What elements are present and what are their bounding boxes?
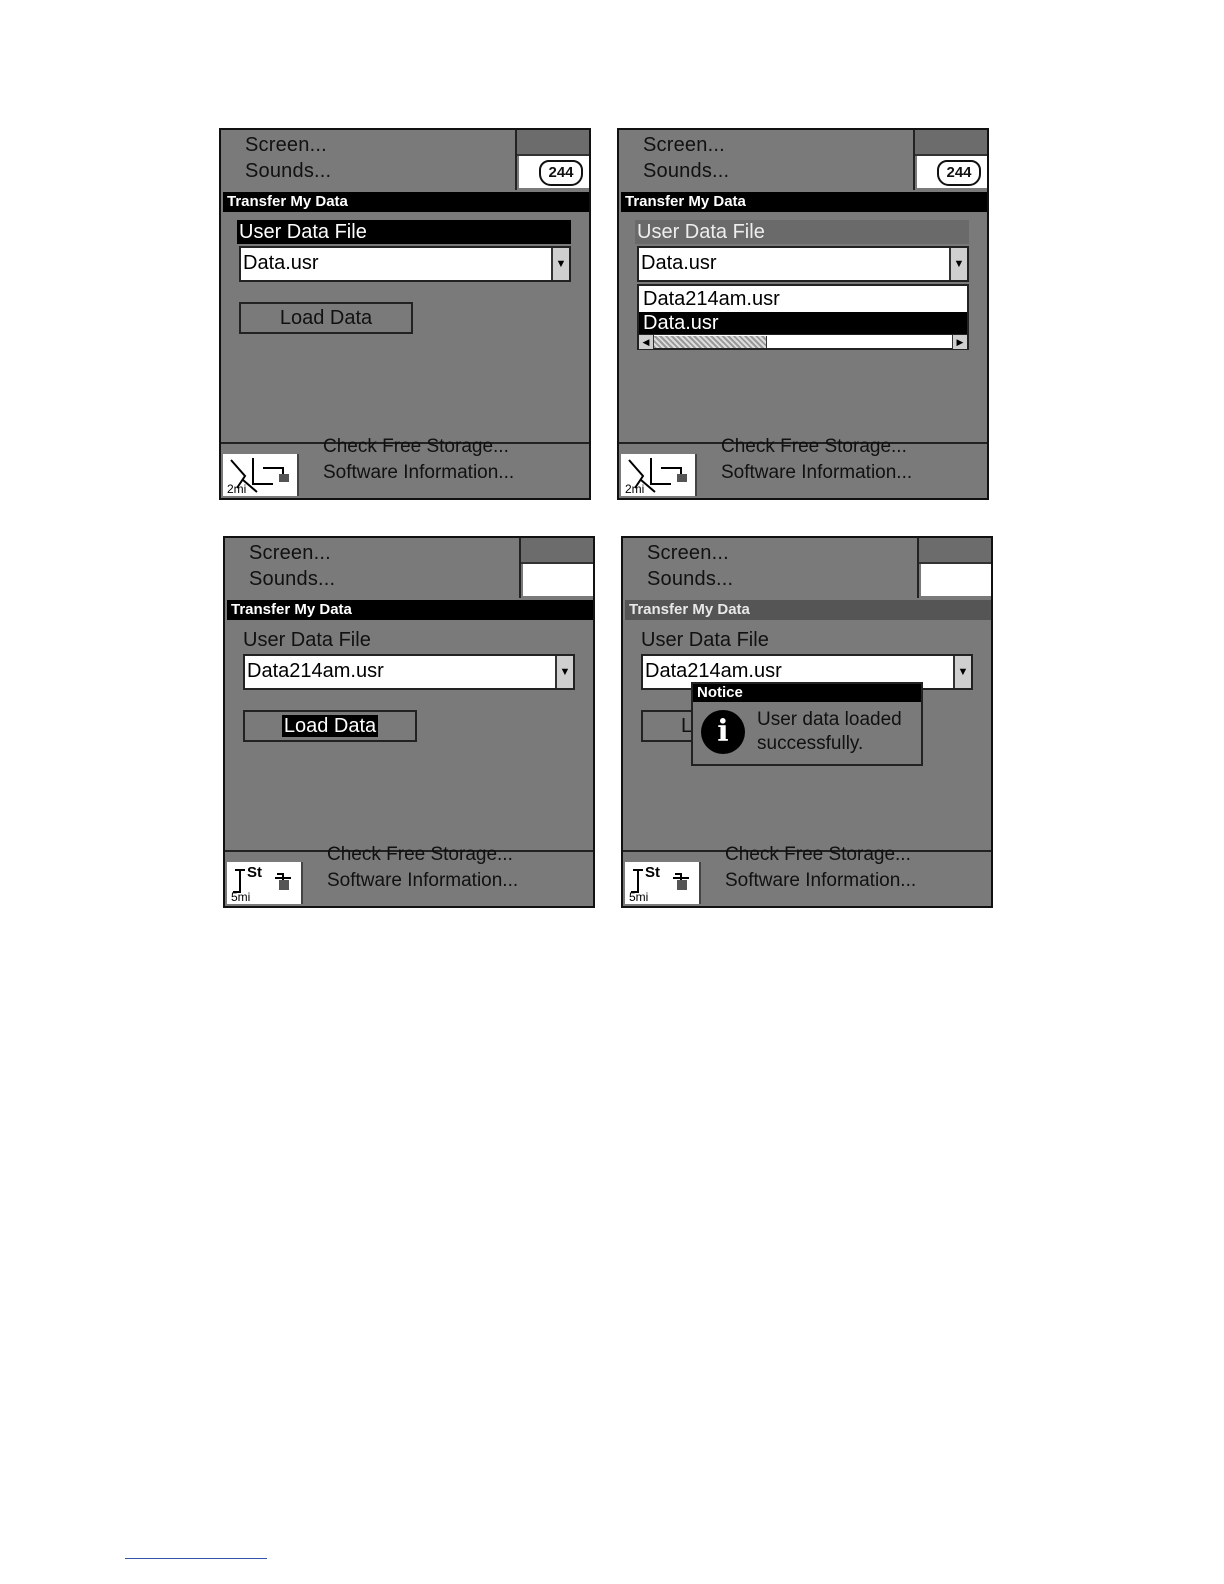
menu-item-check-storage[interactable]: Check Free Storage...	[725, 844, 911, 866]
map-street-label: St	[247, 864, 262, 881]
mini-map-header	[915, 130, 987, 156]
notice-message: User data loaded successfully.	[757, 709, 902, 754]
select-value: Data214am.usr	[645, 660, 782, 682]
mini-map-box: 244	[515, 130, 589, 190]
chevron-down-icon[interactable]: ▼	[555, 656, 573, 688]
menu-item-check-storage[interactable]: Check Free Storage...	[721, 436, 907, 458]
user-data-file-select[interactable]: Data.usr ▼	[239, 246, 571, 282]
map-scale: 2mi	[227, 482, 247, 496]
map-scale: 5mi	[629, 890, 649, 904]
map-thumbnail: 2mi	[223, 454, 299, 496]
notice-title: Notice	[693, 684, 921, 702]
select-value: Data214am.usr	[247, 660, 384, 682]
menu-item-software-info[interactable]: Software Information...	[721, 462, 912, 484]
scrollbar-thumb[interactable]	[654, 336, 767, 348]
route-shield-icon: 244	[539, 160, 583, 186]
mini-map-box	[519, 538, 593, 598]
chevron-down-icon[interactable]: ▼	[953, 656, 971, 688]
map-scale: 2mi	[625, 482, 645, 496]
mini-map: 244	[917, 156, 987, 188]
menu-item-software-info[interactable]: Software Information...	[725, 870, 916, 892]
user-data-file-label: User Data File	[641, 629, 769, 651]
chevron-down-icon[interactable]: ▼	[551, 248, 569, 280]
map-thumbnail: St 5mi	[227, 862, 303, 904]
gps-screen-4: Screen... Sounds... Transfer My Data Use…	[621, 536, 993, 908]
map-thumbnail: St 5mi	[625, 862, 701, 904]
dialog-title: Transfer My Data	[227, 600, 593, 620]
route-shield-icon: 244	[937, 160, 981, 186]
gps-screen-1: Screen... Sounds... 244 Transfer My Data…	[219, 128, 591, 500]
select-value: Data.usr	[641, 252, 717, 274]
scroll-left-icon[interactable]: ◀	[639, 335, 654, 349]
menu-item-screen[interactable]: Screen...	[245, 134, 327, 157]
dialog-title: Transfer My Data	[625, 600, 991, 620]
menu-item-software-info[interactable]: Software Information...	[327, 870, 518, 892]
map-thumbnail: 2mi	[621, 454, 697, 496]
mini-map-header	[517, 130, 589, 156]
menu-item-screen[interactable]: Screen...	[249, 542, 331, 565]
footnote-rule	[125, 1558, 267, 1559]
menu-top: Screen... Sounds... 244	[221, 130, 589, 190]
mini-map	[921, 564, 991, 596]
mini-map-header	[919, 538, 991, 564]
bottom-menu: 2mi Check Free Storage... Software Infor…	[221, 436, 589, 498]
load-data-button[interactable]: Load Data	[239, 302, 413, 334]
bottom-menu: St 5mi Check Free Storage... Software In…	[623, 844, 991, 906]
user-data-file-label: User Data File	[243, 629, 371, 651]
bottom-menu: St 5mi Check Free Storage... Software In…	[225, 844, 593, 906]
user-data-file-select[interactable]: Data.usr ▼	[637, 246, 969, 282]
load-data-button[interactable]: L	[641, 710, 693, 742]
menu-item-screen[interactable]: Screen...	[643, 134, 725, 157]
menu-item-check-storage[interactable]: Check Free Storage...	[323, 436, 509, 458]
gps-screen-2: Screen... Sounds... 244 Transfer My Data…	[617, 128, 989, 500]
load-data-button[interactable]: Load Data	[243, 710, 417, 742]
user-data-file-label: User Data File	[635, 220, 969, 244]
menu-item-software-info[interactable]: Software Information...	[323, 462, 514, 484]
file-dropdown-list[interactable]: Data214am.usr Data.usr ◀ ▶	[637, 284, 969, 350]
load-data-label: Load Data	[281, 715, 379, 737]
dialog-title: Transfer My Data	[621, 192, 987, 212]
menu-item-check-storage[interactable]: Check Free Storage...	[327, 844, 513, 866]
map-street-label: St	[645, 864, 660, 881]
scroll-right-icon[interactable]: ▶	[952, 335, 967, 349]
bottom-menu: 2mi Check Free Storage... Software Infor…	[619, 436, 987, 498]
menu-item-sounds[interactable]: Sounds...	[245, 160, 331, 183]
gps-screen-3: Screen... Sounds... Transfer My Data Use…	[223, 536, 595, 908]
horizontal-scrollbar[interactable]: ◀ ▶	[639, 334, 967, 349]
dialog-title: Transfer My Data	[223, 192, 589, 212]
mini-map: 244	[519, 156, 589, 188]
mini-map-header	[521, 538, 593, 564]
chevron-down-icon[interactable]: ▼	[949, 248, 967, 280]
menu-top: Screen... Sounds...	[225, 538, 593, 598]
dropdown-option-selected[interactable]: Data.usr	[639, 312, 967, 334]
mini-map-box: 244	[913, 130, 987, 190]
map-scale: 5mi	[231, 890, 251, 904]
menu-top: Screen... Sounds... 244	[619, 130, 987, 190]
mini-map-box	[917, 538, 991, 598]
user-data-file-select[interactable]: Data214am.usr ▼	[243, 654, 575, 690]
notice-dialog: Notice i User data loaded successfully.	[691, 682, 923, 766]
dropdown-option[interactable]: Data214am.usr	[639, 288, 967, 310]
menu-top: Screen... Sounds...	[623, 538, 991, 598]
info-icon: i	[701, 710, 745, 754]
menu-item-sounds[interactable]: Sounds...	[647, 568, 733, 591]
menu-item-sounds[interactable]: Sounds...	[643, 160, 729, 183]
menu-item-screen[interactable]: Screen...	[647, 542, 729, 565]
menu-item-sounds[interactable]: Sounds...	[249, 568, 335, 591]
select-value: Data.usr	[243, 252, 319, 274]
user-data-file-label: User Data File	[237, 220, 571, 244]
mini-map	[523, 564, 593, 596]
